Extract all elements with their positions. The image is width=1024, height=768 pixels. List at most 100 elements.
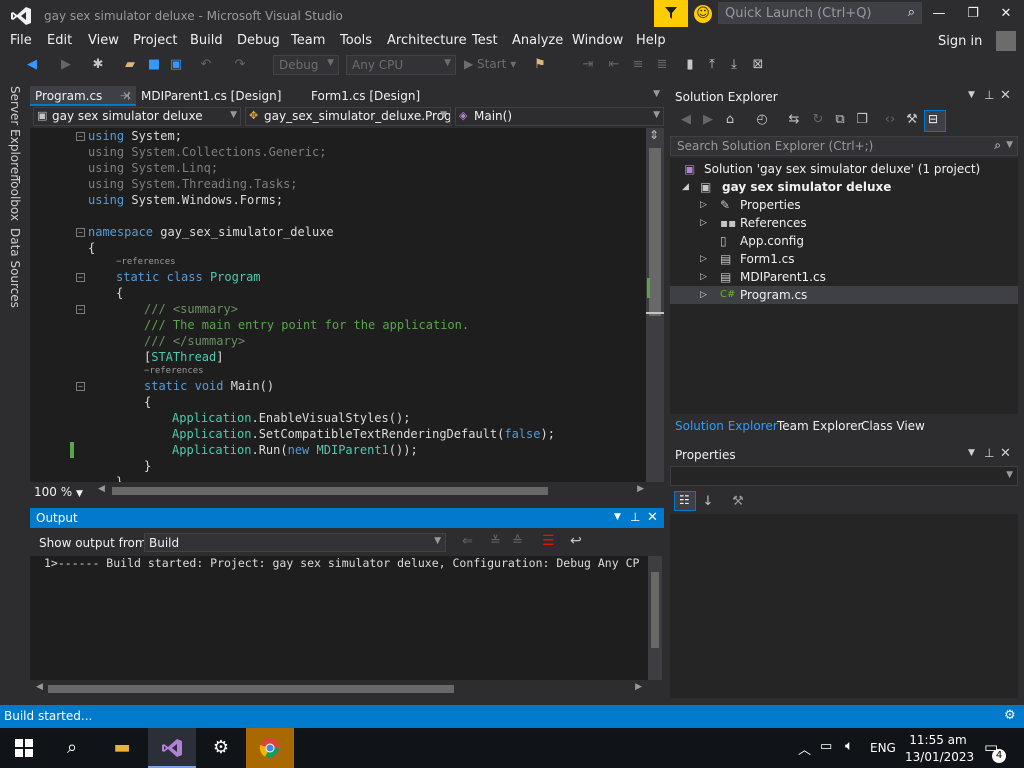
undo-icon[interactable]: ↶ — [198, 57, 214, 73]
save-icon[interactable]: ■ — [146, 57, 162, 73]
refresh-icon[interactable]: ↻ — [810, 112, 826, 128]
view-code-icon[interactable]: ‹› — [882, 112, 898, 128]
clock-time[interactable]: 11:55 am — [908, 733, 968, 747]
clear-all-icon[interactable]: ☰ — [542, 533, 555, 549]
pin-icon[interactable]: ⊥ — [984, 88, 994, 102]
tab-overflow-icon[interactable]: ▼ — [653, 89, 660, 99]
close-icon[interactable]: ✕ — [1000, 88, 1011, 103]
output-vertical-scrollbar[interactable] — [648, 556, 662, 680]
properties-wrench-icon[interactable]: ⚒ — [904, 112, 920, 128]
back-icon[interactable]: ◀ — [678, 112, 694, 128]
expanded-icon[interactable]: ◢ — [682, 178, 689, 196]
collapsed-icon[interactable]: ▷ — [700, 250, 707, 268]
collapsed-icon[interactable]: ▷ — [700, 214, 707, 232]
tree-item-mdiparent1[interactable]: ▷ ▤ MDIParent1.cs — [670, 268, 1018, 286]
collapse-icon[interactable]: − — [76, 273, 85, 282]
outdent-icon[interactable]: ⇤ — [606, 57, 622, 73]
menu-tools[interactable]: Tools — [340, 33, 372, 48]
close-icon[interactable]: ✕ — [647, 510, 658, 525]
output-source-select[interactable]: Build ▼ — [144, 533, 446, 552]
scroll-right-icon[interactable]: ▶ — [637, 484, 644, 494]
side-tab-data-sources[interactable]: Data Sources — [8, 228, 22, 308]
solution-platform-select[interactable]: Any CPU ▼ — [346, 55, 456, 75]
quick-launch-input[interactable]: Quick Launch (Ctrl+Q) ⌕ — [718, 2, 922, 24]
collapsed-icon[interactable]: ▷ — [700, 286, 707, 304]
menu-test[interactable]: Test — [472, 33, 498, 48]
menu-architecture[interactable]: Architecture — [387, 33, 467, 48]
save-all-icon[interactable]: ▣ — [168, 57, 184, 73]
solution-configuration-select[interactable]: Debug ▼ — [273, 55, 339, 75]
previous-message-icon[interactable]: ≚ — [490, 534, 501, 549]
menu-view[interactable]: View — [88, 33, 119, 48]
tree-item-app-config[interactable]: ▯ App.config — [670, 232, 1018, 250]
property-pages-icon[interactable]: ⚒ — [730, 494, 746, 510]
navigate-back-icon[interactable]: ◀ — [24, 57, 40, 73]
chevron-down-icon[interactable]: ▼ — [968, 448, 975, 458]
output-text-area[interactable]: 1>------ Build started: Project: gay sex… — [30, 556, 648, 680]
previous-bookmark-icon[interactable]: ⤒ — [704, 57, 720, 73]
taskbar-search-button[interactable]: ⌕ — [48, 728, 96, 768]
open-file-icon[interactable]: ▰ — [122, 57, 138, 73]
solution-explorer-search-input[interactable]: Search Solution Explorer (Ctrl+;) ⌕ ▼ — [670, 136, 1018, 156]
side-tab-server-explorer[interactable]: Server Explorer — [8, 86, 22, 179]
chevron-down-icon[interactable]: ▼ — [614, 512, 621, 522]
menu-debug[interactable]: Debug — [237, 33, 280, 48]
menu-edit[interactable]: Edit — [47, 33, 72, 48]
properties-object-select[interactable]: ▼ — [670, 466, 1018, 486]
network-icon[interactable]: ▭ — [820, 739, 832, 754]
volume-icon[interactable]: 🔈︎ — [845, 738, 853, 754]
menu-file[interactable]: File — [10, 33, 32, 48]
scrollbar-thumb[interactable] — [649, 148, 661, 316]
indent-icon[interactable]: ⇥ — [580, 57, 596, 73]
sync-with-active-document-icon[interactable]: ⇆ — [786, 112, 802, 128]
taskbar-chrome[interactable] — [246, 728, 294, 768]
menu-project[interactable]: Project — [133, 33, 177, 48]
new-project-icon[interactable]: ✱ — [90, 57, 106, 73]
scrollbar-thumb[interactable] — [651, 572, 659, 648]
taskbar-settings[interactable]: ⚙ — [197, 728, 245, 768]
scrollbar-thumb[interactable] — [112, 487, 548, 495]
preview-selected-items-button[interactable]: ⊟ — [924, 110, 946, 132]
code-editor[interactable]: − using System; using System.Collections… — [30, 128, 646, 482]
tab-class-view[interactable]: Class View — [861, 419, 925, 433]
tab-team-explorer[interactable]: Team Explorer — [777, 419, 863, 433]
uncomment-icon[interactable]: ≣ — [654, 57, 670, 73]
alphabetical-icon[interactable]: ↓ — [700, 494, 716, 510]
close-icon[interactable]: ✕ — [1000, 446, 1011, 461]
notification-filter-button[interactable] — [654, 0, 688, 27]
bookmark-icon[interactable]: ▮ — [682, 57, 698, 73]
collapse-icon[interactable]: − — [76, 305, 85, 314]
menu-analyze[interactable]: Analyze — [512, 33, 563, 48]
word-wrap-icon[interactable]: ↩ — [570, 533, 582, 549]
clock-date[interactable]: 13/01/2023 — [905, 750, 974, 764]
account-icon[interactable] — [996, 31, 1016, 51]
collapse-icon[interactable]: − — [76, 382, 85, 391]
menu-build[interactable]: Build — [190, 33, 223, 48]
tree-item-program[interactable]: ▷ C# Program.cs — [670, 286, 1018, 304]
pin-icon[interactable]: ⊥ — [630, 510, 640, 524]
clear-bookmarks-icon[interactable]: ⊠ — [750, 57, 766, 73]
show-all-files-icon[interactable]: ❐ — [854, 112, 870, 128]
scroll-right-icon[interactable]: ▶ — [635, 682, 642, 692]
close-button[interactable]: ✕ — [993, 4, 1019, 24]
menu-help[interactable]: Help — [636, 33, 666, 48]
categorized-button[interactable]: ☷ — [674, 491, 696, 511]
collapsed-icon[interactable]: ▷ — [700, 196, 707, 214]
class-navigation-select[interactable]: ✥ gay_sex_simulator_deluxe.Progra ▼ — [245, 107, 451, 126]
start-button[interactable] — [0, 728, 48, 768]
pending-changes-filter-icon[interactable]: ◴ — [754, 112, 770, 128]
home-icon[interactable]: ⌂ — [722, 112, 738, 128]
tab-form1-design[interactable]: Form1.cs [Design] — [306, 86, 425, 106]
input-language[interactable]: ENG — [870, 741, 896, 755]
codelens-references[interactable]: −references — [116, 257, 176, 267]
close-tab-icon[interactable]: ✕ — [122, 89, 132, 103]
project-navigation-select[interactable]: ▣ gay sex simulator deluxe ▼ — [33, 107, 241, 126]
navigate-forward-icon[interactable]: ▶ — [58, 57, 74, 73]
side-tab-toolbox[interactable]: Toolbox — [8, 176, 22, 221]
menu-window[interactable]: Window — [572, 33, 623, 48]
tree-item-references[interactable]: ▷ ▪▪ References — [670, 214, 1018, 232]
collapse-icon[interactable]: − — [76, 228, 85, 237]
notifications-icon[interactable]: ⚙ — [1004, 708, 1016, 723]
tab-mdiparent1-design[interactable]: MDIParent1.cs [Design] — [136, 86, 286, 106]
find-in-files-icon[interactable]: ⚑ — [532, 57, 548, 73]
